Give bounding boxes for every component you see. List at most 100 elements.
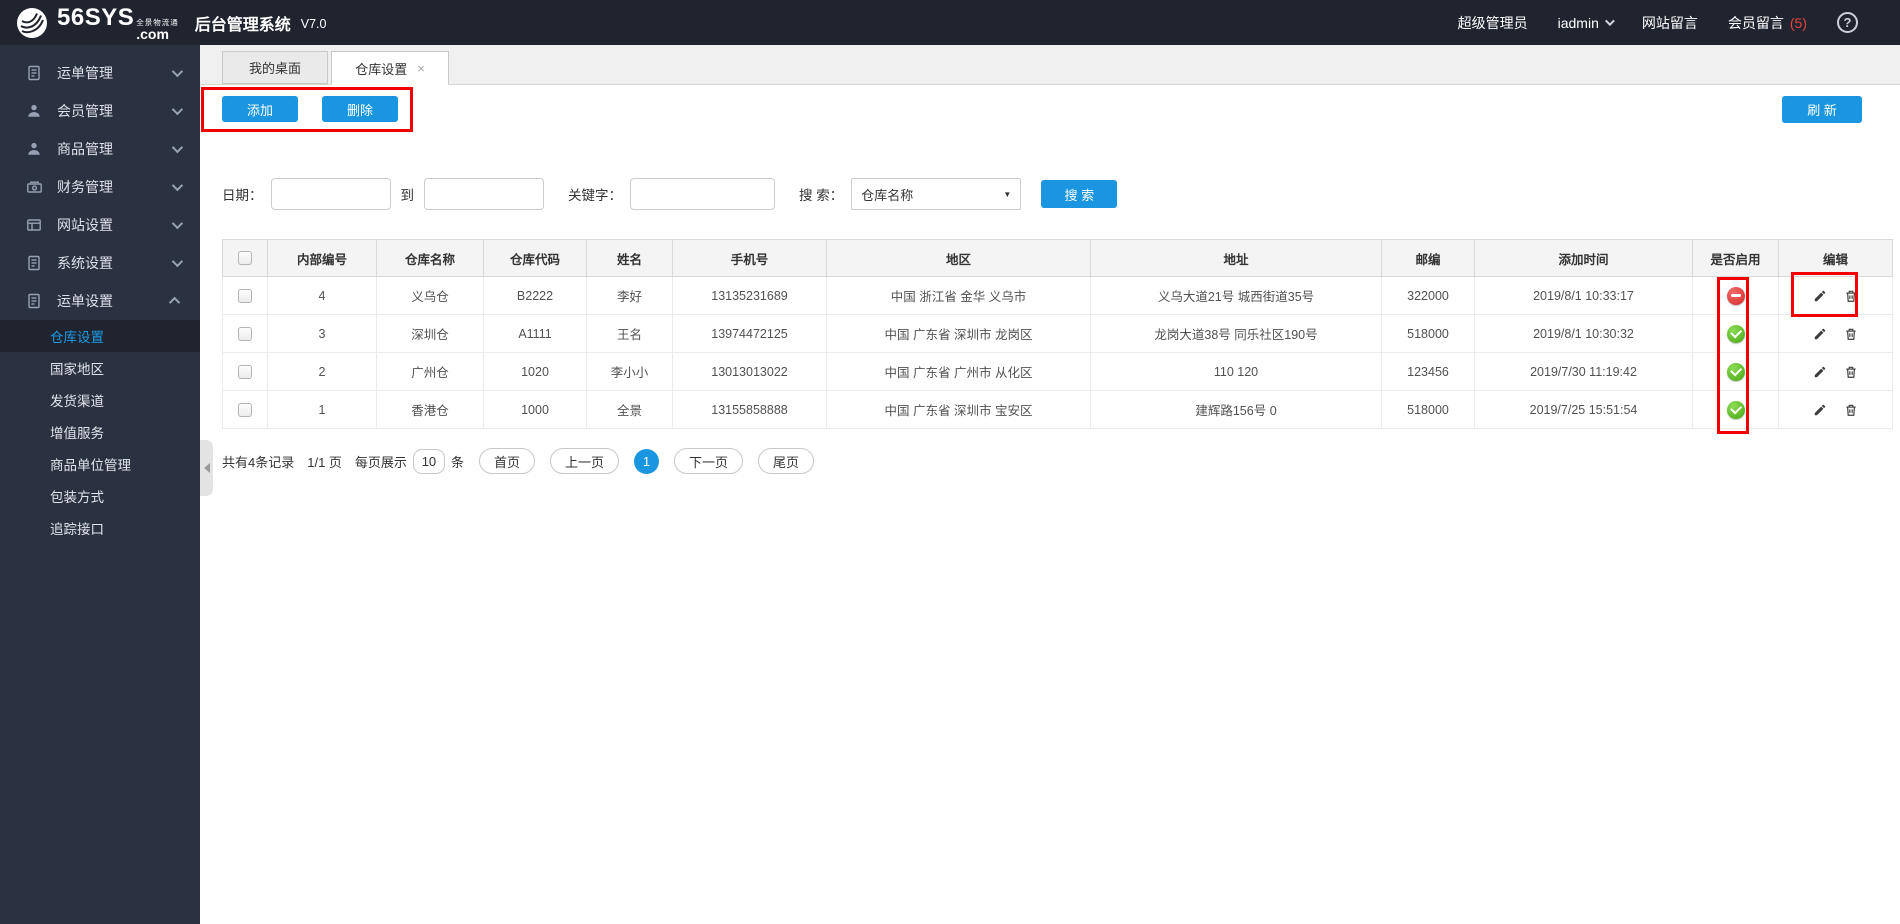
row-checkbox[interactable] [238,326,252,341]
cell-name: 深圳仓 [376,314,484,353]
cell-region: 中国 广东省 深圳市 龙岗区 [826,314,1091,353]
trash-icon[interactable] [1844,403,1858,417]
cell-contact: 李小小 [586,352,673,391]
document-icon [26,65,43,82]
brand-suffix: .com [136,25,169,42]
cell-address: 建辉路156号 0 [1090,390,1382,429]
pencil-icon[interactable] [1813,289,1827,303]
add-button[interactable]: 添加 [222,96,298,122]
delete-button[interactable]: 删除 [322,96,398,122]
cell-id: 1 [267,390,377,429]
help-icon[interactable]: ? [1837,12,1858,33]
user-menu[interactable]: iadmin [1558,15,1615,31]
main-content: 我的桌面 仓库设置 × 添加 删除 刷 新 日期： 到 关键字： 搜 索： 仓库… [200,45,1900,924]
per-page-label: 每页展示 [354,454,407,470]
sidebar-item-5[interactable]: 系统设置 [0,244,200,282]
sidebar-item-6[interactable]: 运单设置 [0,282,200,320]
cell-added: 2019/8/1 10:30:32 [1474,314,1693,353]
app-version: V7.0 [300,16,327,31]
top-header: 56SYS 全景物流通 .com 后台管理系统 V7.0 超级管理员 iadmi… [0,0,1900,45]
search-by-label: 搜 索： [799,188,844,203]
green-check-icon[interactable] [1726,400,1745,419]
current-page-button[interactable]: 1 [633,448,659,474]
sidebar-subitem-4[interactable]: 商品单位管理 [0,448,200,480]
brand-name: 56SYS [57,4,135,32]
brand-logo: 56SYS 全景物流通 .com [16,4,179,41]
green-check-icon[interactable] [1726,324,1745,343]
header-checkbox-cell [222,239,268,277]
cell-region: 中国 广东省 深圳市 宝安区 [826,390,1091,429]
tab-warehouse-settings[interactable]: 仓库设置 × [331,51,449,85]
date-to-input[interactable] [424,178,544,210]
cell-code: 1000 [483,390,587,429]
sidebar-subitem-5[interactable]: 包装方式 [0,480,200,512]
table-header-row: 内部编号 仓库名称 仓库代码 姓名 手机号 地区 地址 邮编 添加时间 是否启用 编辑 [222,239,1893,277]
pagination: 共有4条记录 1/1 页 每页展示 条 首页 上一页 1 下一页 尾页 [222,448,1900,474]
document-icon [26,293,43,310]
cell-name: 义乌仓 [376,276,484,315]
close-icon[interactable]: × [417,61,425,76]
member-message-count: (5) [1789,14,1807,31]
pencil-icon[interactable] [1813,327,1827,341]
next-page-button[interactable]: 下一页 [673,448,743,474]
table-row: 3 深圳仓 A1111 王名 13974472125 中国 广东省 深圳市 龙岗区 龙岗大道… [222,314,1893,353]
sidebar-subitem-3[interactable]: 增值服务 [0,416,200,448]
search-field-select[interactable]: 仓库名称 ▼ [851,178,1022,210]
sidebar-item-2[interactable]: 商品管理 [0,130,200,168]
prev-page-button[interactable]: 上一页 [549,448,619,474]
date-label: 日期： [222,188,263,203]
cell-code: A1111 [483,314,587,353]
cell-address: 义乌大道21号 城西街道35号 [1090,276,1382,315]
date-from-input[interactable] [270,178,391,210]
row-checkbox[interactable] [238,288,252,303]
swoosh-logo-icon [17,7,47,38]
chevron-down-icon [171,103,184,116]
first-page-button[interactable]: 首页 [478,448,535,474]
trash-icon[interactable] [1844,327,1858,341]
cell-id: 4 [267,276,377,315]
row-checkbox[interactable] [238,364,252,379]
table-row: 4 义乌仓 B2222 李好 13135231689 中国 浙江省 金华 义乌市 义乌大道2… [222,276,1893,315]
column-header: 添加时间 [1474,239,1693,277]
cell-zip: 322000 [1381,276,1475,315]
record-summary: 共有4条记录 [222,454,295,470]
row-checkbox[interactable] [238,402,252,417]
cell-added: 2019/7/30 11:19:42 [1474,352,1693,391]
trash-icon[interactable] [1844,289,1858,303]
last-page-button[interactable]: 尾页 [758,448,815,474]
sidebar-subitem-2[interactable]: 发货渠道 [0,384,200,416]
sidebar-subitem-0[interactable]: 仓库设置 [0,320,200,352]
sidebar-item-4[interactable]: 网站设置 [0,206,200,244]
column-header: 邮编 [1381,239,1475,277]
cell-id: 3 [267,314,377,353]
user-role-label: 超级管理员 [1457,14,1528,31]
select-all-checkbox[interactable] [238,251,252,266]
cell-phone: 13155858888 [672,390,827,429]
per-page-input[interactable] [412,448,445,474]
cell-name: 广州仓 [376,352,484,391]
sidebar-item-3[interactable]: 财务管理 [0,168,200,206]
cell-contact: 李好 [586,276,673,315]
refresh-button[interactable]: 刷 新 [1782,96,1862,123]
search-button[interactable]: 搜 索 [1041,180,1118,208]
pencil-icon[interactable] [1813,365,1827,379]
tab-my-desktop[interactable]: 我的桌面 [222,51,328,84]
red-minus-icon[interactable] [1726,286,1745,305]
sidebar-subitem-6[interactable]: 追踪接口 [0,512,200,544]
nav-member-messages[interactable]: 会员留言 (5) [1728,13,1807,33]
cell-region: 中国 广东省 广州市 从化区 [826,352,1091,391]
cell-zip: 518000 [1381,314,1475,353]
nav-site-messages[interactable]: 网站留言 [1642,13,1698,33]
sidebar-menu: 运单管理 会员管理 商品管理 财务管理 网站设置 系统设置 运单设置 仓库设置 国家地区 发货渠道… [0,54,200,544]
column-header: 编辑 [1778,239,1893,277]
sidebar-collapse-handle[interactable] [200,440,213,496]
pencil-icon[interactable] [1813,403,1827,417]
sidebar-subitem-1[interactable]: 国家地区 [0,352,200,384]
cell-name: 香港仓 [376,390,484,429]
sidebar-item-1[interactable]: 会员管理 [0,92,200,130]
column-header: 姓名 [586,239,673,277]
trash-icon[interactable] [1844,365,1858,379]
sidebar-item-0[interactable]: 运单管理 [0,54,200,92]
keyword-input[interactable] [630,178,775,210]
green-check-icon[interactable] [1726,362,1745,381]
